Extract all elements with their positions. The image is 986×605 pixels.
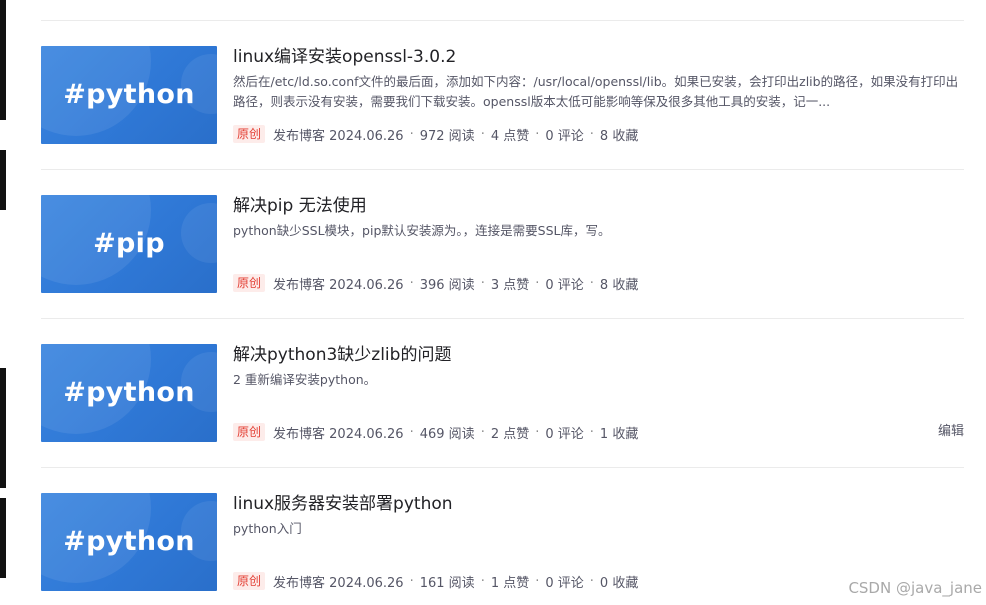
rail-segment	[0, 498, 6, 578]
article-meta: 原创 发布博客 2024.06.26 · 396 阅读 · 3 点赞 · 0 评…	[233, 273, 638, 293]
article-list-page: #python linux编译安装openssl-3.0.2 然后在/etc/l…	[0, 0, 986, 605]
publish-date: 发布博客 2024.06.26	[273, 128, 404, 144]
read-count: 972 阅读	[419, 128, 475, 144]
article-item[interactable]: #pip 解决pip 无法使用 python缺少SSL模块，pip默认安装源为。…	[41, 195, 964, 293]
favorite-count: 8 收藏	[599, 128, 639, 144]
read-count: 396 阅读	[419, 277, 475, 293]
comment-count: 0 评论	[545, 277, 584, 293]
edit-link[interactable]: 编辑	[938, 422, 964, 442]
meta-separator: ·	[589, 275, 594, 291]
meta-separator: ·	[480, 573, 485, 589]
article-thumbnail[interactable]: #python	[41, 493, 217, 591]
thumbnail-tag-text: #python	[63, 526, 195, 557]
meta-separator: ·	[409, 126, 414, 142]
like-count: 4 点赞	[490, 128, 530, 144]
divider	[41, 467, 964, 468]
article-title[interactable]: linux编译安装openssl-3.0.2	[233, 46, 964, 68]
article-description: 然后在/etc/ld.so.conf文件的最后面，添加如下内容：/usr/loc…	[233, 74, 959, 109]
meta-separator: ·	[409, 275, 414, 291]
article-item[interactable]: #python linux服务器安装部署python python入门 原创 发…	[41, 493, 964, 591]
publish-date: 发布博客 2024.06.26	[273, 575, 404, 591]
article-title[interactable]: 解决pip 无法使用	[233, 195, 964, 217]
meta-separator: ·	[589, 573, 594, 589]
comment-count: 0 评论	[545, 575, 584, 591]
meta-separator: ·	[480, 126, 485, 142]
article-item[interactable]: #python linux编译安装openssl-3.0.2 然后在/etc/l…	[41, 46, 964, 144]
meta-separator: ·	[535, 424, 540, 440]
comment-count: 0 评论	[545, 128, 584, 144]
original-badge: 原创	[233, 274, 266, 292]
thumbnail-tag-text: #python	[63, 377, 195, 408]
article-title[interactable]: 解决python3缺少zlib的问题	[233, 344, 964, 366]
rail-segment	[0, 150, 6, 210]
meta-separator: ·	[535, 126, 540, 142]
favorite-count: 0 收藏	[599, 575, 639, 591]
meta-separator: ·	[535, 573, 540, 589]
original-badge: 原创	[233, 125, 266, 143]
comment-count: 0 评论	[545, 426, 584, 442]
rail-segment	[0, 0, 6, 120]
article-meta: 原创 发布博客 2024.06.26 · 972 阅读 · 4 点赞 · 0 评…	[233, 124, 638, 144]
csdn-watermark: CSDN @java_jane	[848, 579, 982, 597]
meta-separator: ·	[535, 275, 540, 291]
publish-date: 发布博客 2024.06.26	[273, 277, 404, 293]
publish-date: 发布博客 2024.06.26	[273, 426, 404, 442]
article-description: python缺少SSL模块，pip默认安装源为。，连接是需要SSL库，写。	[233, 223, 611, 238]
like-count: 3 点赞	[490, 277, 530, 293]
original-badge: 原创	[233, 423, 266, 441]
article-meta: 原创 发布博客 2024.06.26 · 469 阅读 · 2 点赞 · 0 评…	[233, 422, 638, 442]
original-badge: 原创	[233, 572, 266, 590]
meta-separator: ·	[589, 126, 594, 142]
divider	[41, 318, 964, 319]
article-item[interactable]: #python 解决python3缺少zlib的问题 2 重新编译安装pytho…	[41, 344, 964, 442]
like-count: 2 点赞	[490, 426, 530, 442]
article-description: python入门	[233, 521, 302, 536]
article-meta: 原创 发布博客 2024.06.26 · 161 阅读 · 1 点赞 · 0 评…	[233, 571, 638, 591]
meta-separator: ·	[480, 424, 485, 440]
thumbnail-tag-text: #pip	[93, 228, 165, 259]
divider	[41, 169, 964, 170]
meta-separator: ·	[409, 573, 414, 589]
read-count: 161 阅读	[419, 575, 475, 591]
meta-separator: ·	[589, 424, 594, 440]
article-thumbnail[interactable]: #python	[41, 344, 217, 442]
favorite-count: 1 收藏	[599, 426, 639, 442]
article-thumbnail[interactable]: #pip	[41, 195, 217, 293]
article-thumbnail[interactable]: #python	[41, 46, 217, 144]
meta-separator: ·	[409, 424, 414, 440]
favorite-count: 8 收藏	[599, 277, 639, 293]
thumbnail-tag-text: #python	[63, 79, 195, 110]
article-description: 2 重新编译安装python。	[233, 372, 377, 387]
divider	[41, 20, 964, 21]
left-rail	[0, 0, 8, 605]
rail-segment	[0, 368, 6, 488]
like-count: 1 点赞	[490, 575, 530, 591]
article-title[interactable]: linux服务器安装部署python	[233, 493, 964, 515]
read-count: 469 阅读	[419, 426, 475, 442]
meta-separator: ·	[480, 275, 485, 291]
